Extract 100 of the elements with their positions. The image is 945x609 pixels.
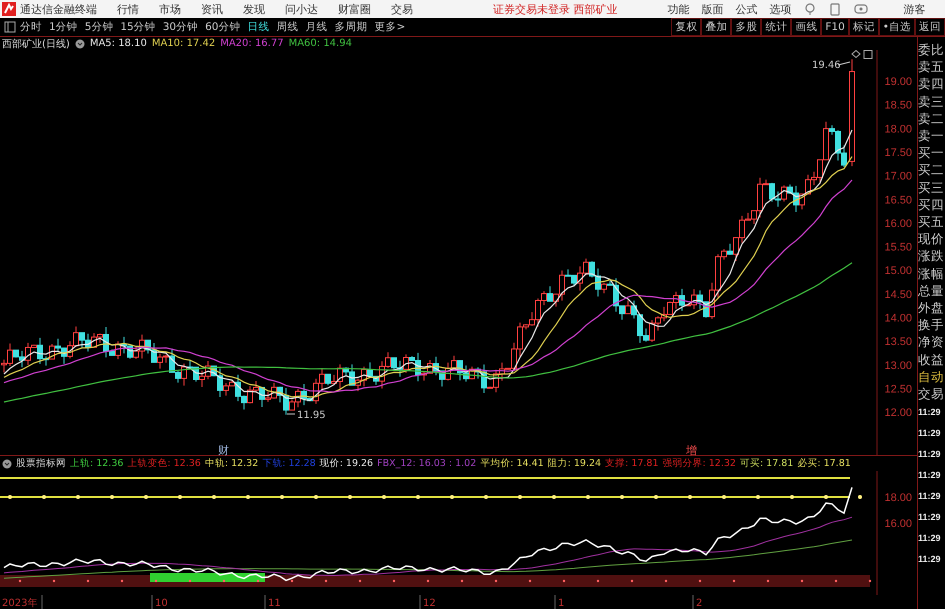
axis-label: 14.00 — [884, 312, 912, 324]
date-label: 10 — [155, 598, 168, 609]
period-tab[interactable]: 15分钟 — [120, 20, 156, 34]
quote-label: 收益 — [918, 350, 945, 368]
event-marker: 财 — [218, 444, 229, 456]
quote-label: 涨幅 — [918, 264, 945, 282]
period-tab[interactable]: 分时 — [20, 20, 42, 34]
indicator-value: 下轨: 12.28 — [262, 457, 316, 470]
axis-label: 18.00 — [884, 123, 912, 136]
layout-icon[interactable] — [4, 21, 16, 33]
ma-value: MA20: 16.77 — [220, 38, 284, 49]
panel-icon[interactable] — [864, 50, 872, 59]
quote-label: 卖四 — [918, 75, 945, 93]
quote-label: 卖五 — [918, 58, 945, 76]
ma-value: MA60: 14.94 — [288, 38, 352, 49]
menu-item[interactable]: 财富圈 — [338, 2, 371, 16]
menu-item[interactable]: 资讯 — [201, 2, 223, 16]
indicator-value: 中轨: 12.32 — [204, 457, 258, 470]
axis-label: 15.00 — [884, 265, 912, 278]
period-tab[interactable]: 1分钟 — [49, 20, 78, 34]
indicator-value: 阻力: 19.24 — [548, 457, 602, 470]
quote-label: 买五 — [918, 213, 945, 230]
menu-item[interactable]: 市场 — [159, 2, 181, 16]
menu-item[interactable]: 行情 — [117, 2, 139, 16]
quote-label: 卖三 — [918, 92, 945, 110]
chart-title: 西部矿业(日线) — [2, 38, 70, 50]
axis-label: 18.00 — [884, 492, 912, 504]
quote-label: 委比 — [918, 41, 945, 58]
period-tab[interactable]: 30分钟 — [162, 20, 198, 34]
ma-value: MA10: 17.42 — [152, 38, 216, 49]
axis-label: 13.50 — [884, 336, 912, 348]
menu-item[interactable]: 问小达 — [285, 2, 318, 16]
quote-label: 净资 — [918, 333, 945, 351]
period-tab[interactable]: 60分钟 — [205, 20, 240, 34]
quote-label: 外盘 — [918, 299, 945, 316]
axis-label: 16.00 — [884, 218, 912, 230]
date-label: 11 — [268, 598, 281, 609]
toolbar-button[interactable]: •自选 — [878, 18, 915, 36]
toolbar-button[interactable]: 叠加 — [701, 18, 732, 36]
toolbar-button[interactable]: 返回 — [915, 18, 945, 36]
ma-value: MA5: 18.10 — [90, 38, 147, 49]
indicator-value: 支撑: 17.81 — [605, 457, 659, 470]
trade-time: 11:29 — [918, 532, 942, 546]
user-label[interactable]: 游客 — [904, 2, 926, 16]
trade-time: 11:29 — [918, 490, 942, 504]
login-status: 证券交易未登录 西部矿业 — [493, 2, 618, 16]
axis-label: 17.50 — [884, 146, 912, 159]
period-tab[interactable]: 日线 — [248, 20, 270, 34]
quote-label: 买一 — [918, 144, 945, 162]
axis-label: 16.50 — [884, 194, 912, 206]
toolbar-button[interactable]: 统计 — [761, 18, 792, 36]
axis-label: 19.00 — [884, 76, 912, 88]
date-label: 12 — [423, 598, 436, 609]
toolbar-button[interactable]: F10 — [821, 18, 849, 36]
settings-icon[interactable] — [74, 38, 85, 48]
indicator-value: 上轨: 12.36 — [70, 457, 124, 470]
quote-label: 卖二 — [918, 110, 945, 128]
axis-label: 14.50 — [884, 288, 912, 301]
quote-label: 买三 — [918, 178, 945, 196]
diamond-icon[interactable] — [851, 50, 861, 58]
trade-time: 11:29 — [918, 448, 942, 462]
menu-item[interactable]: 功能 — [668, 2, 690, 16]
axis-label: 16.00 — [884, 518, 912, 530]
menu-item[interactable]: 版面 — [702, 2, 724, 16]
quote-label: 总量 — [918, 282, 945, 300]
period-tab[interactable]: 周线 — [276, 20, 298, 34]
toolbar-button[interactable]: 画线 — [791, 18, 822, 36]
event-marker: 增 — [686, 444, 697, 456]
toolbar-button[interactable]: 标记 — [848, 18, 879, 36]
trade-time: 11:29 — [918, 511, 942, 524]
indicator-value: FBX_12: 16.03 : 1.02 — [377, 458, 476, 469]
menu-item[interactable]: 交易 — [391, 2, 413, 16]
period-tab[interactable]: 5分钟 — [84, 20, 114, 34]
period-tab[interactable]: 多周期 — [334, 20, 368, 34]
indicator-value: 上轨变色: 12.36 — [127, 457, 201, 470]
indicator-value: 现价: 19.26 — [320, 457, 374, 470]
quote-label: 卖一 — [918, 127, 945, 144]
axis-label: 13.00 — [884, 360, 912, 372]
toolbar-button[interactable]: 复权 — [671, 18, 702, 36]
trade-time: 11:29 — [918, 553, 942, 566]
settings-icon[interactable] — [2, 458, 12, 468]
quote-label: 买四 — [918, 196, 945, 214]
period-tab[interactable]: 更多> — [374, 20, 406, 34]
high-price-label: 19.46 — [812, 60, 841, 71]
menu-item[interactable]: 公式 — [736, 2, 758, 16]
quote-label: 涨跌 — [918, 247, 945, 265]
trade-time: 11:29 — [918, 427, 942, 440]
phone-icon[interactable] — [830, 2, 840, 16]
quote-label: 自动 — [918, 368, 945, 386]
axis-label: 18.50 — [884, 100, 912, 112]
period-tab[interactable]: 月线 — [306, 20, 328, 34]
low-price-label: 11.95 — [297, 410, 326, 421]
menu-item[interactable]: 选项 — [770, 2, 792, 16]
quote-label: 现价 — [918, 230, 945, 248]
menu-item[interactable]: 发现 — [243, 2, 265, 16]
axis-label: 12.50 — [884, 383, 912, 396]
date-label: 2 — [696, 598, 702, 609]
date-label: 1 — [558, 598, 564, 609]
toolbar-button[interactable]: 多股 — [731, 18, 762, 36]
indicator-value: 强弱分界: 12.32 — [662, 457, 736, 470]
